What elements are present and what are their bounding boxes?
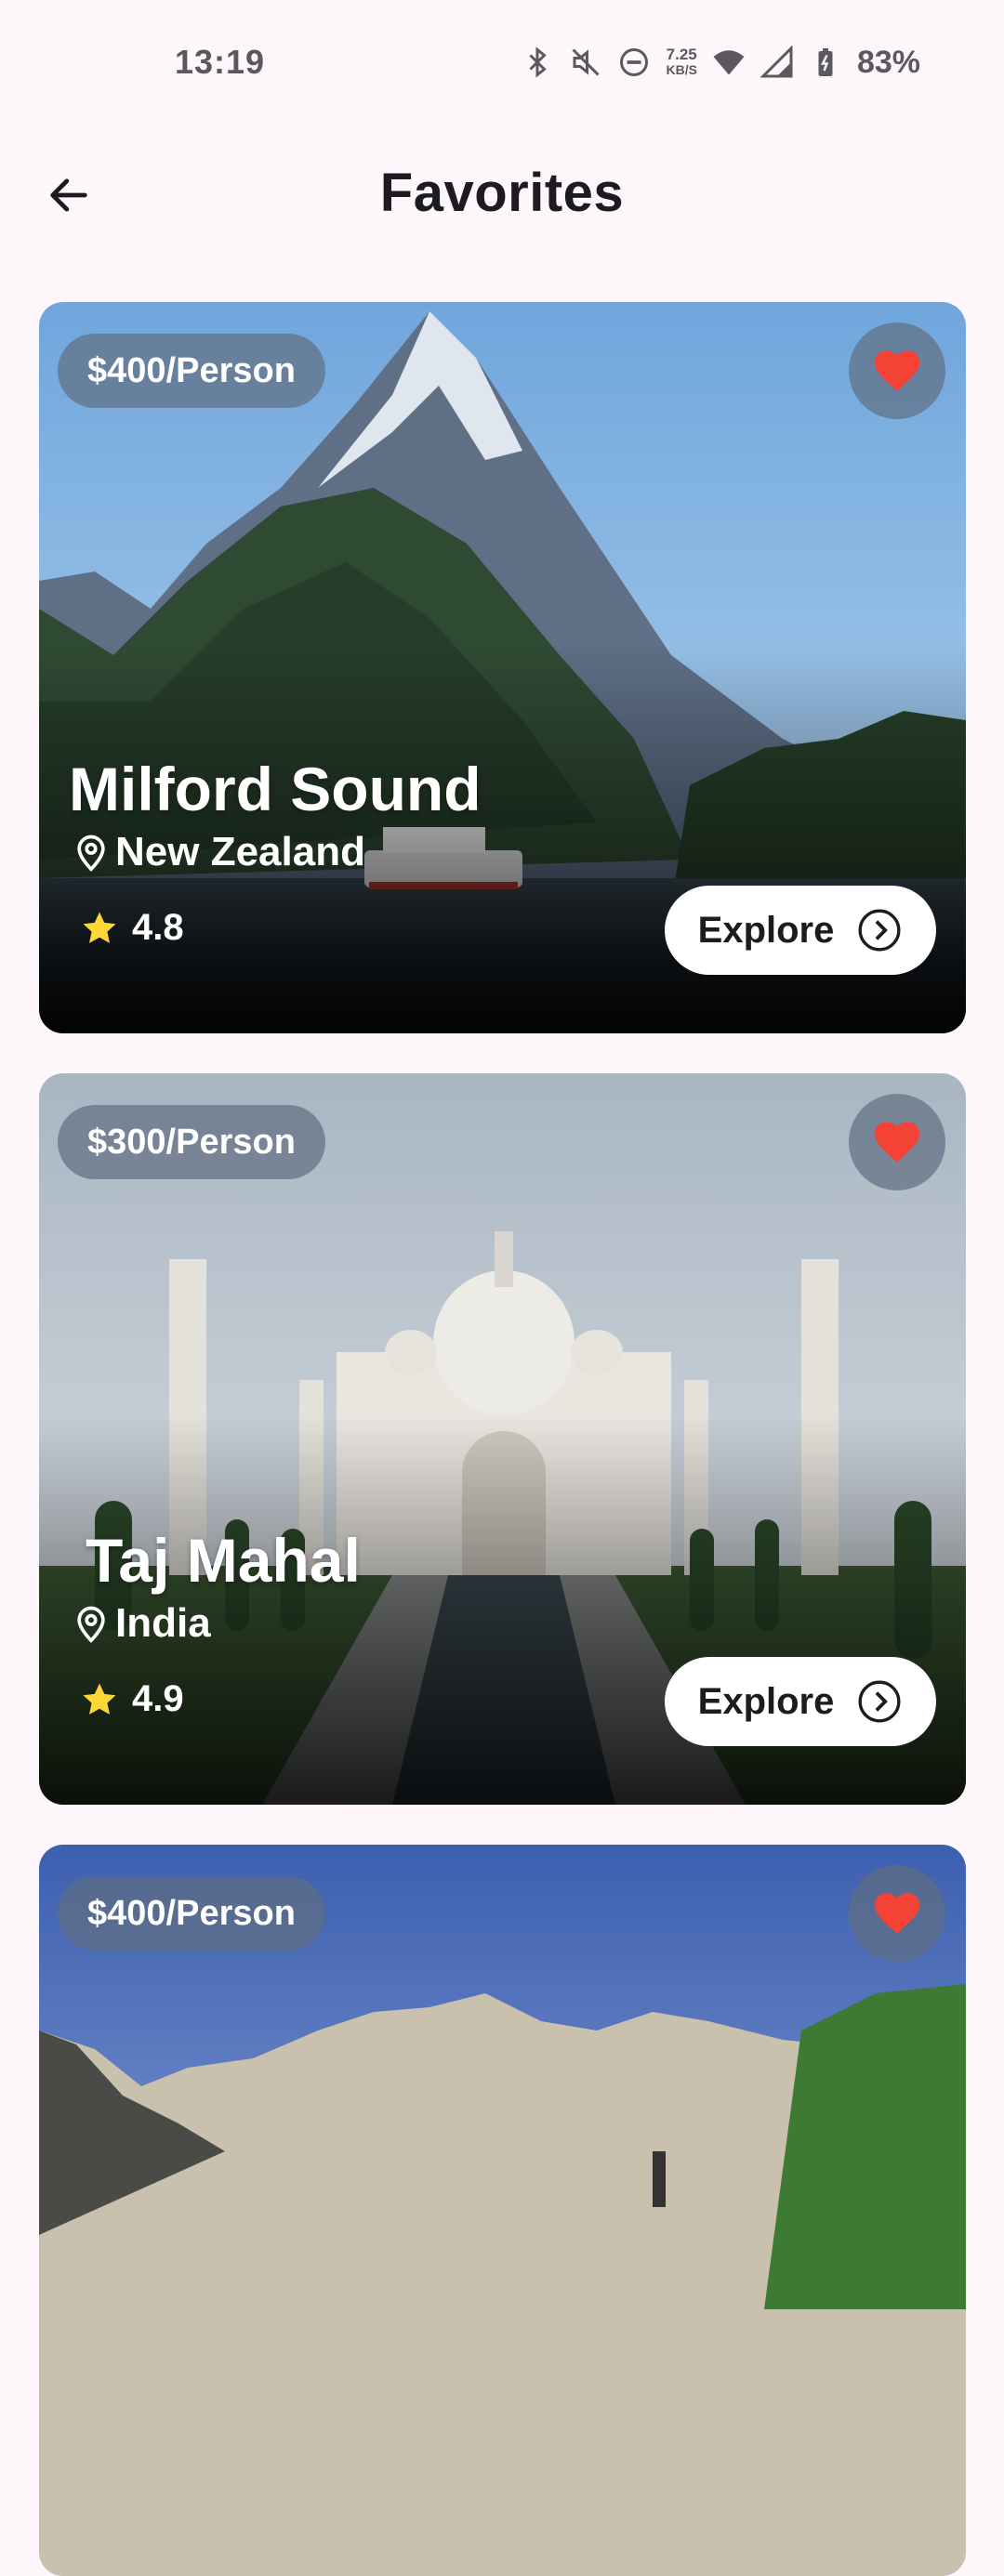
destination-card[interactable]: $300/Person Taj Mahal India 4.9 Explore	[39, 1073, 966, 1805]
star-icon	[83, 1683, 116, 1715]
signal-icon	[760, 46, 793, 78]
explore-button[interactable]: Explore	[665, 886, 936, 975]
star-icon	[83, 912, 116, 943]
destination-location: India	[71, 1600, 211, 1647]
battery-icon	[818, 48, 833, 76]
location-pin-icon	[77, 835, 105, 872]
status-bar: 13:19 7.25 KB/S 83%	[0, 0, 1004, 125]
bluetooth-icon	[529, 46, 548, 78]
favorite-button[interactable]	[849, 1094, 945, 1190]
net-speed: 7.25 KB/S	[666, 46, 697, 77]
destination-rating: 4.9	[80, 1678, 184, 1720]
destination-name: Taj Mahal	[86, 1526, 361, 1595]
favorite-button[interactable]	[849, 1865, 945, 1962]
status-icons: 7.25 KB/S 83%	[521, 45, 920, 81]
dnd-icon	[620, 48, 649, 76]
chevron-right-circle-icon	[858, 909, 901, 952]
destination-card[interactable]: $400/Person	[39, 1845, 966, 2576]
status-time: 13:19	[175, 43, 266, 81]
page-title: Favorites	[379, 163, 625, 223]
battery-level: 83%	[856, 44, 920, 80]
destination-image	[39, 1845, 966, 2576]
price-badge: $300/Person	[58, 1105, 325, 1179]
chevron-right-circle-icon	[858, 1680, 901, 1723]
app-bar: Favorites	[0, 125, 1004, 264]
destination-rating: 4.8	[80, 907, 184, 949]
mute-icon	[572, 48, 601, 76]
price-badge: $400/Person	[58, 1876, 325, 1951]
location-pin-icon	[77, 1606, 105, 1643]
price-badge: $400/Person	[58, 334, 325, 408]
destination-name: Milford Sound	[69, 755, 482, 823]
heart-icon	[874, 1893, 920, 1934]
wifi-icon	[713, 50, 745, 75]
heart-icon	[874, 1122, 920, 1163]
destination-location: New Zealand	[71, 829, 365, 875]
explore-button[interactable]: Explore	[665, 1657, 936, 1746]
heart-icon	[874, 350, 920, 391]
destination-card[interactable]: $400/Person Milford Sound New Zealand 4.…	[39, 302, 966, 1033]
favorite-button[interactable]	[849, 322, 945, 419]
